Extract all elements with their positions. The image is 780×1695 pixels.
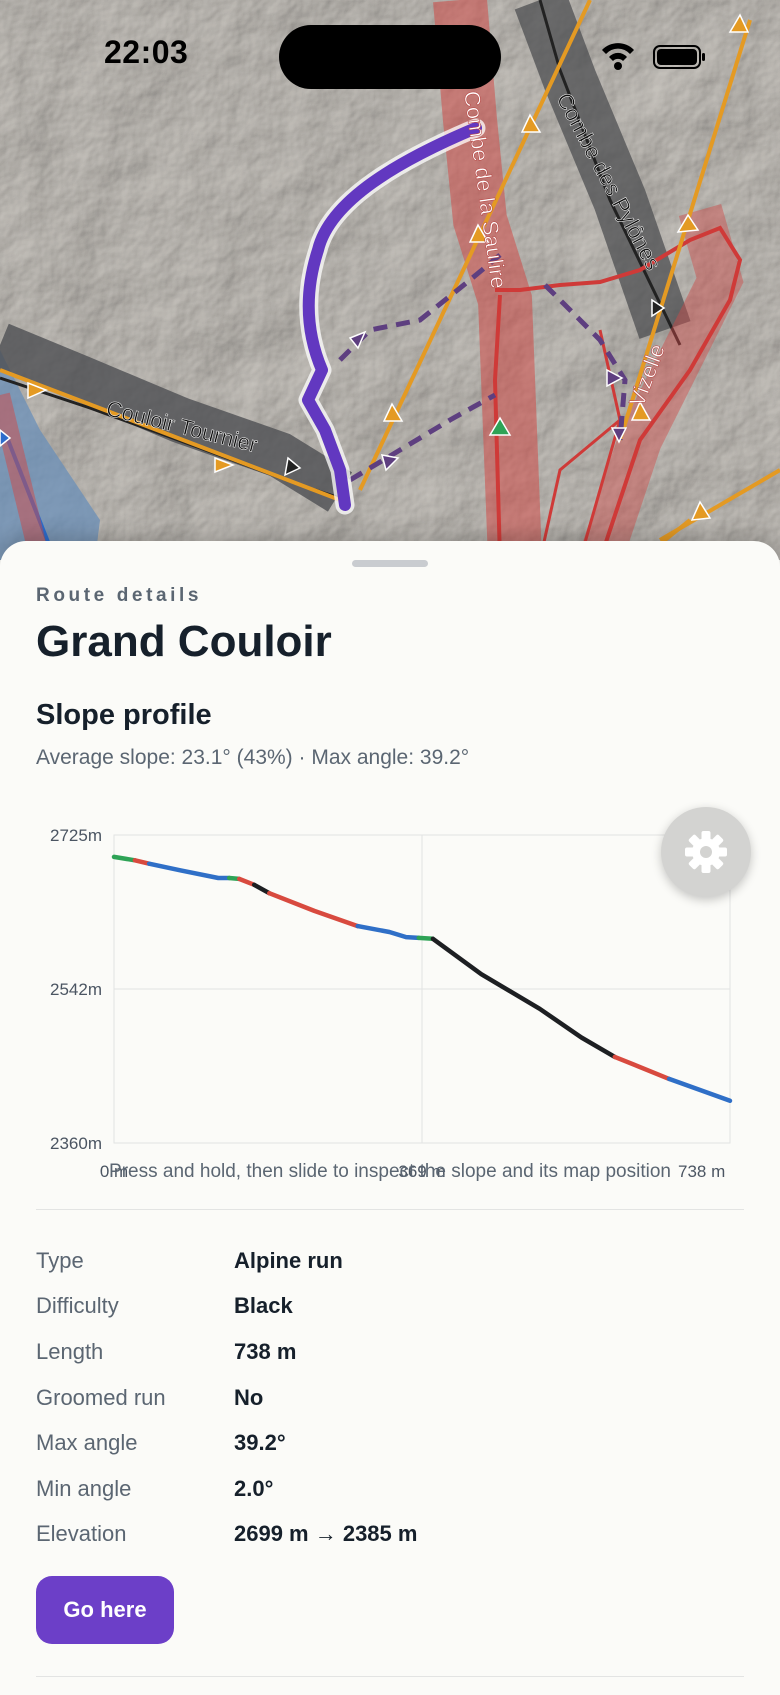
dynamic-island [279, 25, 501, 89]
profile-segment-red [612, 1054, 672, 1082]
divider-bottom [36, 1676, 744, 1677]
detail-row: Groomed run No [36, 1375, 744, 1421]
battery-icon [653, 45, 705, 69]
profile-segment-blue [355, 923, 421, 941]
detail-value: 39.2° [234, 1430, 286, 1456]
detail-label: Min angle [36, 1475, 132, 1501]
detail-row: Min angle 2.0° [36, 1466, 744, 1512]
profile-segment-green [111, 854, 138, 863]
status-time: 22:03 [104, 34, 189, 70]
detail-row: Difficulty Black [36, 1284, 744, 1330]
detail-label: Difficulty [36, 1293, 119, 1319]
chart-hint: Press and hold, then slide to inspect th… [109, 1161, 671, 1182]
profile-segment-black [251, 882, 272, 896]
route-details-sheet[interactable]: Route details Grand Couloir Slope profil… [0, 541, 780, 1695]
details-list: Type Alpine run Difficulty Black Length 738 m… [36, 1238, 744, 1557]
sheet-grabber[interactable] [352, 560, 428, 567]
sheet-eyebrow: Route details [36, 585, 203, 606]
gear-icon [685, 831, 727, 873]
detail-label: Length [36, 1338, 104, 1364]
y-tick-label: 2360m [50, 1134, 102, 1153]
profile-segment-red [236, 876, 257, 888]
chart-settings-button[interactable] [661, 807, 751, 897]
route-title: Grand Couloir [36, 617, 332, 666]
detail-row: Elevation 2699 m → 2385 m [36, 1512, 744, 1558]
detail-row: Max angle 39.2° [36, 1420, 744, 1466]
detail-row: Type Alpine run [36, 1238, 744, 1284]
slope-profile-title: Slope profile [36, 699, 212, 731]
detail-label: Type [36, 1247, 84, 1273]
detail-value: No [234, 1384, 264, 1410]
slope-stats: Average slope: 23.1° (43%) · Max angle: … [36, 746, 470, 769]
detail-row: Length 738 m [36, 1329, 744, 1375]
profile-segment-blue [666, 1076, 733, 1104]
y-tick-label: 2725m [50, 826, 102, 845]
detail-value: 2.0° [234, 1475, 274, 1501]
detail-label: Max angle [36, 1430, 138, 1456]
profile-segment-red [267, 890, 360, 929]
y-tick-label: 2542m [50, 980, 102, 999]
detail-label: Groomed run [36, 1384, 166, 1410]
detail-value: 2699 m → 2385 m [234, 1521, 418, 1547]
profile-segment-black [430, 936, 618, 1060]
profile-segment-blue [146, 861, 232, 881]
go-here-button[interactable]: Go here [36, 1576, 174, 1644]
status-icons [602, 43, 705, 70]
divider-top [36, 1209, 744, 1210]
detail-value: Alpine run [234, 1247, 343, 1273]
detail-label: Elevation [36, 1521, 127, 1547]
detail-value: Black [234, 1293, 293, 1319]
wifi-icon [602, 43, 634, 70]
detail-value: 738 m [234, 1338, 297, 1364]
